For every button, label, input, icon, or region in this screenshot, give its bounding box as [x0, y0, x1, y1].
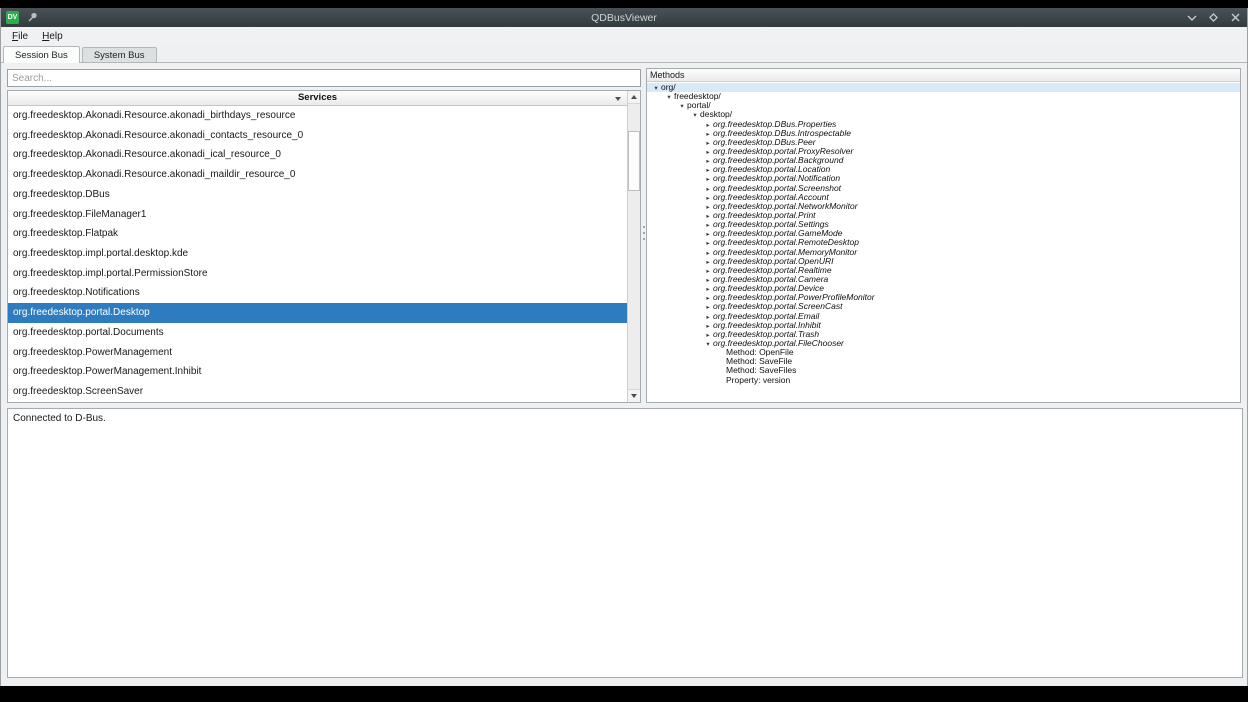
scroll-down-icon[interactable]: [628, 389, 640, 402]
menubar: FileHelp: [1, 27, 1247, 45]
tabbar: Session BusSystem Bus: [1, 45, 1247, 62]
collapse-icon[interactable]: ▾: [690, 111, 700, 120]
collapse-icon[interactable]: ▾: [664, 93, 674, 102]
qdbusviewer-window: DV QDBusViewer FileHelp Session B: [0, 8, 1248, 686]
services-table: Services org.freedesktop.Akonadi.Resourc…: [7, 90, 641, 403]
log-text: Connected to D-Bus.: [13, 413, 106, 424]
service-row[interactable]: org.freedesktop.portal.Documents: [8, 323, 627, 343]
methods-tree: ▾org/▾freedesktop/▾portal/▾desktop/▸org.…: [647, 82, 1240, 385]
service-row[interactable]: org.freedesktop.ScreenSaver: [8, 382, 627, 402]
app-icon: DV: [6, 11, 19, 24]
service-row[interactable]: org.freedesktop.DBus: [8, 185, 627, 205]
service-row[interactable]: org.freedesktop.Notifications: [8, 283, 627, 303]
tab-session-bus[interactable]: Session Bus: [3, 46, 80, 63]
tree-row-label: Property: version: [726, 375, 790, 385]
close-button[interactable]: [1229, 11, 1242, 24]
pin-icon[interactable]: [25, 11, 39, 25]
minimize-button[interactable]: [1185, 11, 1198, 24]
service-row[interactable]: org.freedesktop.PowerManagement: [8, 343, 627, 363]
tree-row[interactable]: ▾freedesktop/: [647, 92, 1240, 101]
services-column-header[interactable]: Services: [8, 91, 640, 106]
tree-row[interactable]: ▾org/: [647, 83, 1240, 92]
search-input[interactable]: [7, 69, 641, 87]
service-row[interactable]: org.freedesktop.impl.portal.PermissionSt…: [8, 264, 627, 284]
methods-panel: Methods ▾org/▾freedesktop/▾portal/▾deskt…: [646, 68, 1241, 403]
menu-item-help[interactable]: Help: [35, 29, 70, 44]
service-row[interactable]: org.freedesktop.FileManager1: [8, 205, 627, 225]
service-row[interactable]: org.freedesktop.Flatpak: [8, 224, 627, 244]
service-row[interactable]: org.freedesktop.portal.Desktop: [8, 303, 627, 323]
services-list: org.freedesktop.Akonadi.Resource.akonadi…: [8, 106, 627, 402]
services-scrollbar[interactable]: [627, 91, 640, 402]
menu-item-file[interactable]: File: [5, 29, 35, 44]
collapse-icon[interactable]: ▾: [651, 84, 661, 93]
service-row[interactable]: org.freedesktop.Akonadi.Resource.akonadi…: [8, 145, 627, 165]
service-row[interactable]: org.freedesktop.impl.portal.desktop.kde: [8, 244, 627, 264]
tree-row[interactable]: ▾portal/: [647, 101, 1240, 110]
log-area: Connected to D-Bus.: [7, 408, 1243, 678]
scrollbar-thumb[interactable]: [628, 131, 640, 191]
main-content: Services org.freedesktop.Akonadi.Resourc…: [1, 62, 1247, 686]
service-row[interactable]: org.freedesktop.Akonadi.Resource.akonadi…: [8, 106, 627, 126]
scroll-up-icon[interactable]: [628, 91, 640, 104]
services-header-label: Services: [298, 92, 337, 103]
tree-row[interactable]: Property: version: [647, 376, 1240, 385]
service-row[interactable]: org.freedesktop.Akonadi.Resource.akonadi…: [8, 126, 627, 146]
maximize-button[interactable]: [1207, 11, 1220, 24]
methods-header: Methods: [647, 69, 1240, 82]
window-controls: [1185, 11, 1242, 24]
sort-indicator-icon: [615, 97, 621, 101]
window-title: QDBusViewer: [1, 12, 1247, 24]
service-row[interactable]: org.freedesktop.Akonadi.Resource.akonadi…: [8, 165, 627, 185]
collapse-icon[interactable]: ▾: [703, 340, 713, 349]
titlebar: DV QDBusViewer: [1, 8, 1247, 27]
service-row[interactable]: org.freedesktop.PowerManagement.Inhibit: [8, 362, 627, 382]
collapse-icon[interactable]: ▾: [677, 102, 687, 111]
tab-system-bus[interactable]: System Bus: [82, 47, 157, 62]
